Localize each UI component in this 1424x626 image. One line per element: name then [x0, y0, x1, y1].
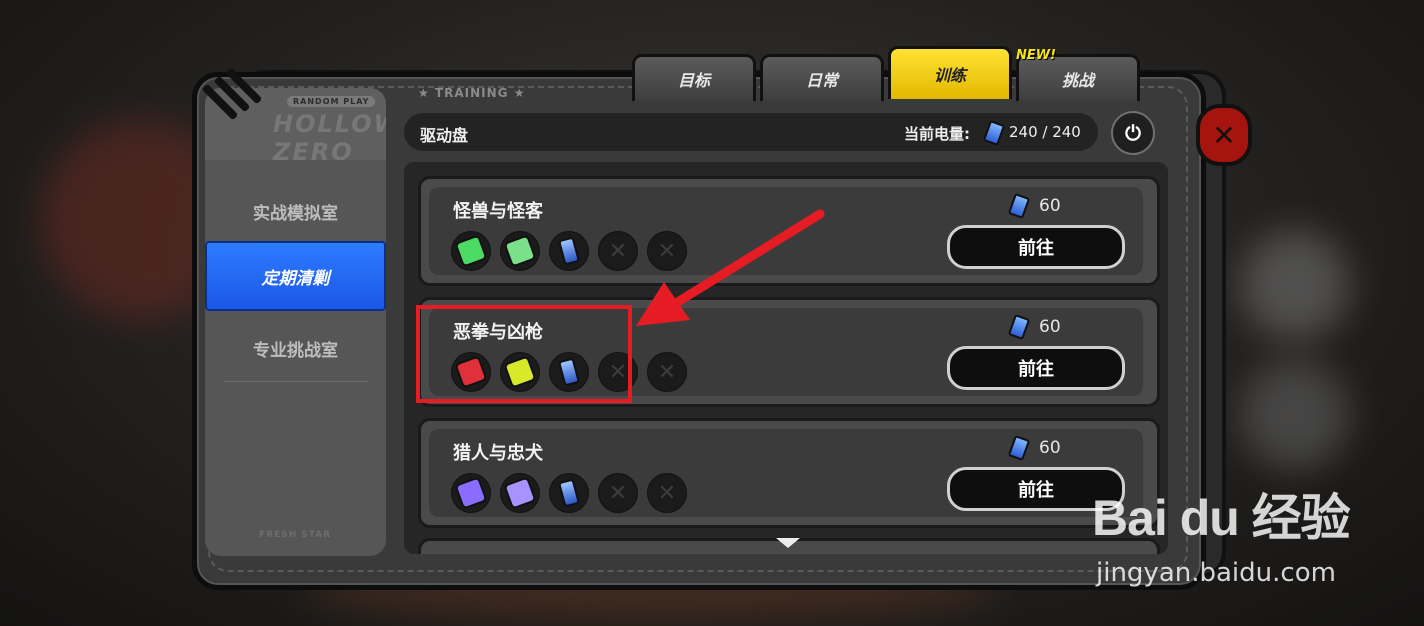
watermark-url: jingyan.baidu.com	[1096, 558, 1336, 588]
watermark-logo: Bai du 经验	[1092, 490, 1351, 546]
baidu-watermark: Bai du 经验 jingyan.baidu.com	[1092, 478, 1351, 588]
